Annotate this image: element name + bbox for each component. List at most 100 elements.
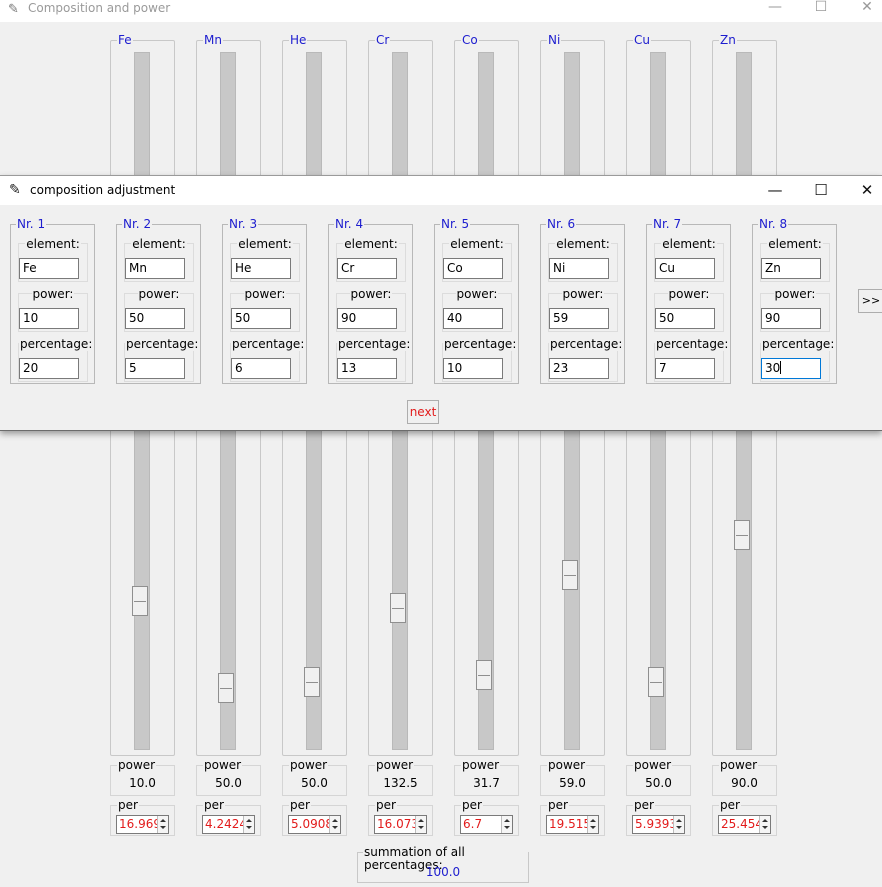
- spin-arrows-icon[interactable]: [673, 816, 684, 833]
- power-value: 90.0: [731, 776, 758, 790]
- next-button[interactable]: next: [407, 400, 439, 424]
- text-caret: [780, 361, 782, 374]
- percentage-spinbox-value: 16.9696: [119, 817, 157, 831]
- percentage-spinbox[interactable]: 19.5150: [546, 815, 599, 834]
- element-subframe: element: Cu: [654, 237, 724, 282]
- power-input[interactable]: 50: [231, 308, 291, 329]
- percentage-display-frame: per 19.5150: [540, 799, 605, 836]
- percentage-label: percentage:: [231, 337, 306, 351]
- entry-number-label: Nr. 6: [546, 217, 577, 231]
- per-label: per: [375, 798, 397, 812]
- power-slider-thumb[interactable]: [734, 519, 750, 550]
- power-slider-thumb[interactable]: [648, 666, 664, 697]
- spin-arrows-icon[interactable]: [501, 816, 512, 833]
- power-slider-thumb[interactable]: [390, 593, 406, 624]
- element-subframe: element: He: [230, 237, 300, 282]
- entry-number-label: Nr. 7: [652, 217, 683, 231]
- spin-arrows-icon[interactable]: [415, 816, 426, 833]
- power-subframe: power: 50: [230, 287, 300, 332]
- element-input[interactable]: Mn: [125, 258, 185, 279]
- percentage-input-value: 10: [447, 361, 463, 375]
- percentage-subframe: percentage: 7: [654, 337, 730, 382]
- element-input[interactable]: Cu: [655, 258, 715, 279]
- spin-arrows-icon[interactable]: [157, 816, 168, 833]
- power-value: 10.0: [129, 776, 156, 790]
- percentage-spinbox-value: 16.0736: [377, 817, 415, 831]
- percentage-input[interactable]: 5: [125, 358, 185, 379]
- percentage-label: percentage:: [761, 337, 836, 351]
- percentage-subframe: percentage: 23: [548, 337, 624, 382]
- percentage-input[interactable]: 23: [549, 358, 609, 379]
- power-input[interactable]: 90: [761, 308, 821, 329]
- percentage-spinbox[interactable]: 5.09088: [288, 815, 341, 834]
- percentage-spinbox[interactable]: 25.4544: [718, 815, 771, 834]
- spin-arrows-icon[interactable]: [329, 816, 340, 833]
- percentage-spinbox[interactable]: 16.0736: [374, 815, 427, 834]
- minimize-icon[interactable]: —: [752, 176, 798, 205]
- column-element-label: Zn: [719, 33, 737, 47]
- spin-arrows-icon[interactable]: [243, 816, 254, 833]
- close-icon[interactable]: ✕: [844, 176, 882, 205]
- column-element-label: Ni: [547, 33, 562, 47]
- percentage-input[interactable]: 30: [761, 358, 821, 379]
- element-label: element:: [555, 237, 611, 251]
- percentage-input-value: 6: [235, 361, 243, 375]
- power-slider-thumb[interactable]: [476, 659, 492, 690]
- power-display-frame: power 59.0: [540, 759, 605, 796]
- percentage-label: percentage:: [125, 337, 200, 351]
- percentage-display-frame: per 16.0736: [368, 799, 433, 836]
- percentage-subframe: percentage: 20: [18, 337, 94, 382]
- main-window-titlebar: ✎ Composition and power — ☐ ✕: [0, 0, 882, 22]
- element-label: element:: [661, 237, 717, 251]
- power-label: power:: [349, 287, 393, 301]
- per-label: per: [461, 798, 483, 812]
- spin-arrows-icon[interactable]: [587, 816, 598, 833]
- power-slider-thumb[interactable]: [218, 673, 234, 704]
- power-label: power: [289, 758, 329, 772]
- power-slider-thumb[interactable]: [304, 666, 320, 697]
- element-input[interactable]: Fe: [19, 258, 79, 279]
- power-input[interactable]: 90: [337, 308, 397, 329]
- power-slider-thumb[interactable]: [562, 559, 578, 590]
- power-input[interactable]: 10: [19, 308, 79, 329]
- power-label: power: [461, 758, 501, 772]
- percentage-input[interactable]: 6: [231, 358, 291, 379]
- power-subframe: power: 50: [654, 287, 724, 332]
- minimize-icon[interactable]: —: [752, 0, 798, 22]
- maximize-icon[interactable]: ☐: [798, 176, 844, 205]
- entry-frame: Nr. 7 element: Cu power: 50 percentage: 7: [646, 218, 731, 384]
- element-input[interactable]: Co: [443, 258, 503, 279]
- power-label: power:: [773, 287, 817, 301]
- power-input[interactable]: 40: [443, 308, 503, 329]
- power-input[interactable]: 50: [655, 308, 715, 329]
- power-input[interactable]: 50: [125, 308, 185, 329]
- element-input[interactable]: Zn: [761, 258, 821, 279]
- percentage-input[interactable]: 10: [443, 358, 503, 379]
- percentage-spinbox[interactable]: 6.7: [460, 815, 513, 834]
- percentage-input[interactable]: 13: [337, 358, 397, 379]
- power-display-frame: power 31.7: [454, 759, 519, 796]
- dialog-titlebar: ✎ composition adjustment — ☐ ✕: [0, 176, 882, 205]
- close-icon[interactable]: ✕: [844, 0, 882, 22]
- percentage-input[interactable]: 7: [655, 358, 715, 379]
- column-element-label: Cr: [375, 33, 391, 47]
- percentage-input[interactable]: 20: [19, 358, 79, 379]
- element-input[interactable]: Ni: [549, 258, 609, 279]
- percentage-spinbox[interactable]: 16.9696: [116, 815, 169, 834]
- percentage-spinbox[interactable]: 5.93937: [632, 815, 685, 834]
- power-label: power: [375, 758, 415, 772]
- entry-number-label: Nr. 4: [334, 217, 365, 231]
- maximize-icon[interactable]: ☐: [798, 0, 844, 22]
- percentage-subframe: percentage: 30: [760, 337, 836, 382]
- percentage-spinbox[interactable]: 4.24240: [202, 815, 255, 834]
- percentage-label: percentage:: [19, 337, 94, 351]
- power-input[interactable]: 59: [549, 308, 609, 329]
- percentage-subframe: percentage: 10: [442, 337, 518, 382]
- spin-arrows-icon[interactable]: [759, 816, 770, 833]
- percentage-display-frame: per 16.9696: [110, 799, 175, 836]
- column-element-label: Mn: [203, 33, 223, 47]
- more-button[interactable]: >>: [858, 289, 882, 313]
- power-slider-thumb[interactable]: [132, 586, 148, 617]
- element-input[interactable]: Cr: [337, 258, 397, 279]
- element-input[interactable]: He: [231, 258, 291, 279]
